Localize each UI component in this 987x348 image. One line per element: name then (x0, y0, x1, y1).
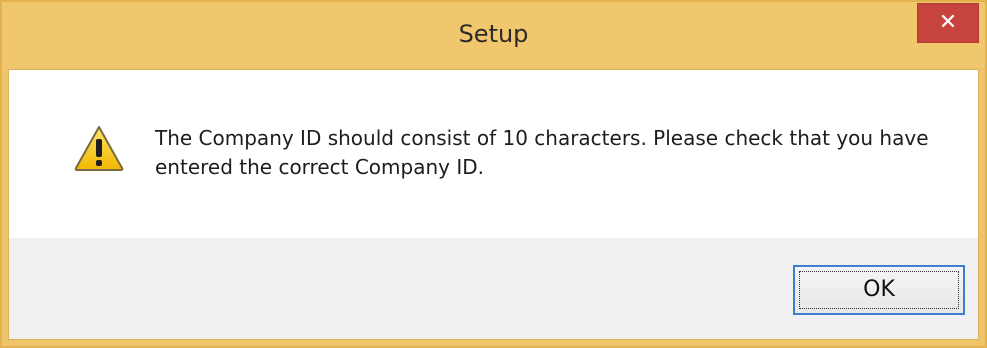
error-message: The Company ID should consist of 10 char… (155, 126, 929, 179)
message-area: The Company ID should consist of 10 char… (9, 70, 978, 238)
warning-icon (74, 126, 124, 171)
window-title: Setup (458, 20, 529, 48)
button-bar: OK (9, 238, 978, 339)
close-button[interactable]: ✕ (917, 3, 979, 43)
dialog-body: The Company ID should consist of 10 char… (8, 69, 979, 340)
setup-dialog-window: Setup ✕ The Company ID should consist of… (0, 0, 987, 348)
ok-button[interactable]: OK (793, 265, 965, 315)
title-bar[interactable]: Setup ✕ (2, 2, 985, 68)
